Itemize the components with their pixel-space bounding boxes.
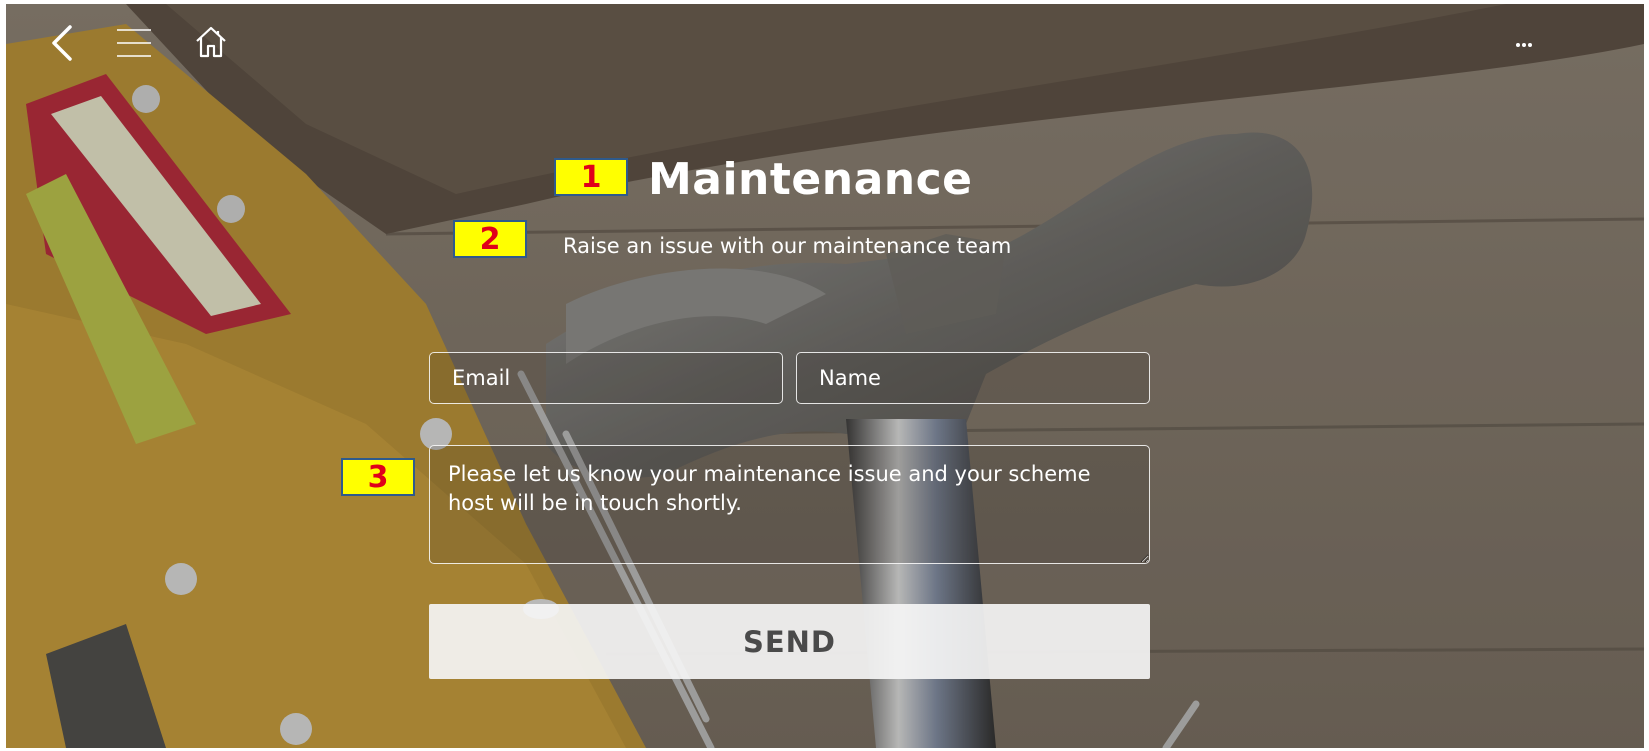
chevron-left-icon (52, 25, 72, 61)
home-icon (196, 26, 226, 58)
annotation-marker-3: 3 (341, 458, 415, 496)
menu-button[interactable] (114, 24, 154, 62)
annotation-marker-2: 2 (453, 220, 527, 258)
app-screen: Maintenance Raise an issue with our main… (6, 4, 1644, 748)
maintenance-issue-textarea[interactable] (429, 445, 1150, 564)
page-subtitle: Raise an issue with our maintenance team (563, 234, 1012, 258)
annotation-marker-1: 1 (554, 158, 628, 196)
home-button[interactable] (192, 22, 230, 62)
page-title: Maintenance (648, 154, 973, 205)
more-dots-icon (1516, 43, 1532, 47)
name-field[interactable] (796, 352, 1150, 404)
email-field[interactable] (429, 352, 783, 404)
back-button[interactable] (44, 22, 80, 64)
send-button[interactable]: SEND (429, 604, 1150, 679)
hamburger-menu-icon (117, 29, 151, 57)
more-options-button[interactable] (1506, 34, 1542, 56)
